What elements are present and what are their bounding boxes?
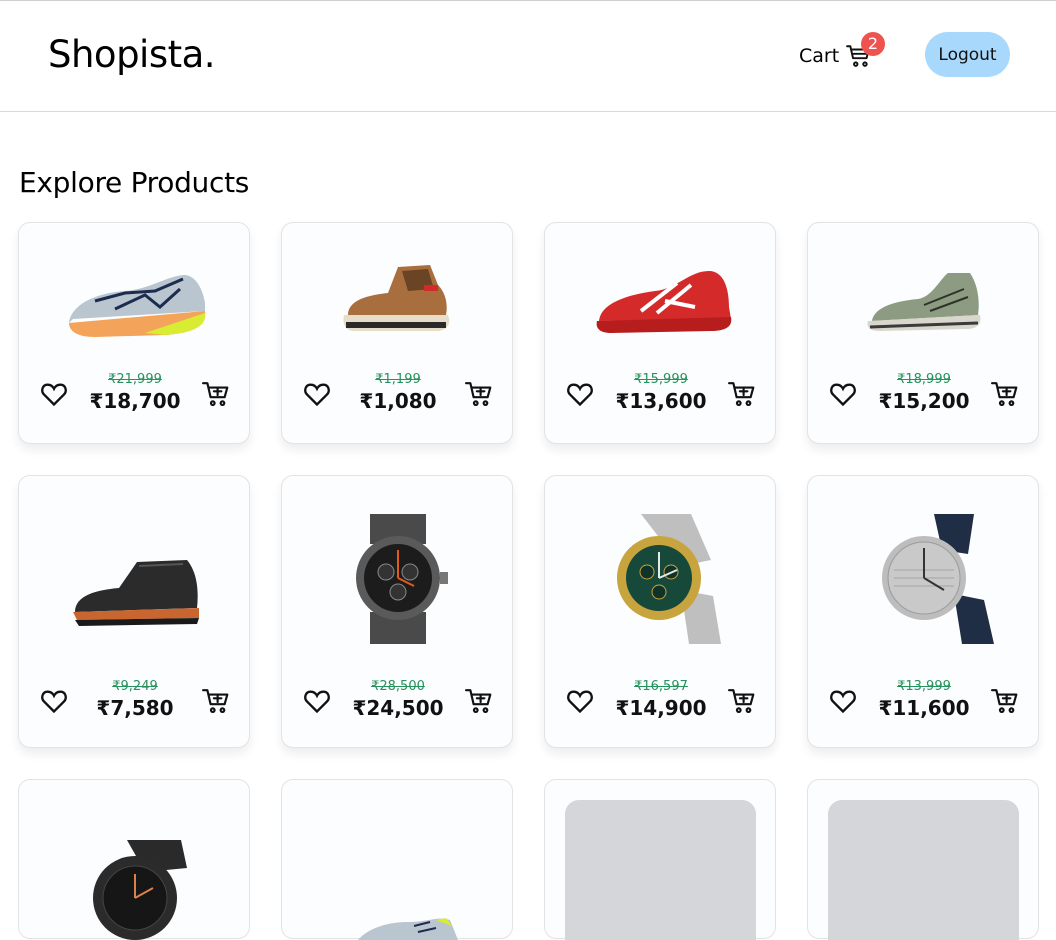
original-price: ₹18,999: [897, 372, 951, 387]
sneaker-image: [867, 273, 981, 331]
cart-plus-icon[interactable]: [991, 687, 1019, 715]
card-footer: ₹13,999 ₹11,600: [808, 678, 1038, 724]
image-placeholder: [828, 800, 1019, 940]
heart-outline-icon[interactable]: [303, 688, 331, 714]
chronograph-watch-image: [356, 514, 448, 644]
card-footer: ₹16,597 ₹14,900: [545, 678, 775, 724]
brand-logo[interactable]: Shopista.: [48, 33, 216, 76]
product-card[interactable]: ₹21,999 ₹18,700: [18, 222, 250, 444]
heart-outline-icon[interactable]: [40, 381, 68, 407]
price-block: ₹13,999 ₹11,600: [868, 678, 980, 722]
sale-price: ₹7,580: [96, 696, 174, 720]
running-shoe-image: [69, 274, 206, 337]
top-navbar: Shopista. Cart 2 Logout: [0, 0, 1056, 112]
product-card-loading: [807, 779, 1039, 940]
heart-outline-icon[interactable]: [829, 381, 857, 407]
sale-price: ₹18,700: [89, 389, 181, 413]
product-card[interactable]: [18, 779, 250, 940]
heart-outline-icon[interactable]: [303, 381, 331, 407]
two-tone-watch-image: [617, 514, 721, 644]
price-block: ₹21,999 ₹18,700: [79, 371, 191, 415]
heart-outline-icon[interactable]: [829, 688, 857, 714]
cart-plus-icon[interactable]: [465, 687, 493, 715]
sale-price: ₹1,080: [359, 389, 437, 413]
cart-plus-icon[interactable]: [202, 687, 230, 715]
price-block: ₹1,199 ₹1,080: [342, 371, 454, 415]
cart-plus-icon[interactable]: [465, 380, 493, 408]
leather-strap-watch-image: [882, 514, 994, 644]
cart-plus-icon[interactable]: [991, 380, 1019, 408]
heart-outline-icon[interactable]: [566, 381, 594, 407]
cart-plus-icon[interactable]: [728, 380, 756, 408]
cart-plus-icon[interactable]: [202, 380, 230, 408]
product-grid: ₹21,999 ₹18,700 ₹1,199 ₹1,080 ₹15,999 ₹1…: [18, 222, 1039, 940]
sale-price: ₹15,200: [878, 389, 970, 413]
product-card-loading: [544, 779, 776, 940]
running-shoe-image: [358, 918, 458, 940]
original-price: ₹21,999: [108, 372, 162, 387]
product-card[interactable]: ₹13,999 ₹11,600: [807, 475, 1039, 748]
price-block: ₹18,999 ₹15,200: [868, 371, 980, 415]
card-footer: ₹1,199 ₹1,080: [282, 371, 512, 417]
original-price: ₹15,999: [634, 372, 688, 387]
cart-label: Cart: [799, 45, 840, 67]
tennis-shoe-image: [596, 271, 732, 333]
sale-price: ₹11,600: [878, 696, 970, 720]
card-footer: ₹15,999 ₹13,600: [545, 371, 775, 417]
price-block: ₹28,500 ₹24,500: [342, 678, 454, 722]
original-price: ₹16,597: [634, 679, 688, 694]
sale-price: ₹13,600: [615, 389, 707, 413]
product-card[interactable]: ₹28,500 ₹24,500: [281, 475, 513, 748]
product-card[interactable]: [281, 779, 513, 940]
leather-boot-image: [73, 560, 199, 626]
product-card[interactable]: ₹1,199 ₹1,080: [281, 222, 513, 444]
card-footer: ₹18,999 ₹15,200: [808, 371, 1038, 417]
sale-price: ₹24,500: [352, 696, 444, 720]
cart-count-badge: 2: [861, 32, 885, 56]
logout-button[interactable]: Logout: [925, 32, 1010, 77]
product-card[interactable]: ₹9,249 ₹7,580: [18, 475, 250, 748]
product-card[interactable]: ₹15,999 ₹13,600: [544, 222, 776, 444]
card-footer: ₹9,249 ₹7,580: [19, 678, 249, 724]
product-card[interactable]: ₹18,999 ₹15,200: [807, 222, 1039, 444]
sale-price: ₹14,900: [615, 696, 707, 720]
product-card[interactable]: ₹16,597 ₹14,900: [544, 475, 776, 748]
card-footer: ₹21,999 ₹18,700: [19, 371, 249, 417]
page-title: Explore Products: [19, 166, 250, 199]
original-price: ₹28,500: [371, 679, 425, 694]
price-block: ₹15,999 ₹13,600: [605, 371, 717, 415]
original-price: ₹9,249: [112, 679, 158, 694]
heart-outline-icon[interactable]: [566, 688, 594, 714]
original-price: ₹13,999: [897, 679, 951, 694]
image-placeholder: [565, 800, 756, 940]
card-footer: ₹28,500 ₹24,500: [282, 678, 512, 724]
price-block: ₹9,249 ₹7,580: [79, 678, 191, 722]
hiking-boot-image: [343, 265, 450, 331]
heart-outline-icon[interactable]: [40, 688, 68, 714]
cart-plus-icon[interactable]: [728, 687, 756, 715]
price-block: ₹16,597 ₹14,900: [605, 678, 717, 722]
black-watch-image: [93, 840, 187, 940]
original-price: ₹1,199: [375, 372, 421, 387]
